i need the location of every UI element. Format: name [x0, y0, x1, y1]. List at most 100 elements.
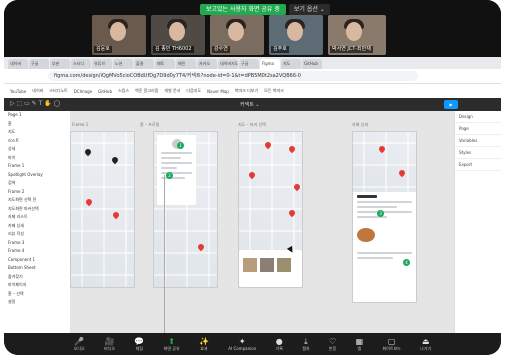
design-section[interactable]: Design — [455, 111, 501, 123]
layer-item[interactable]: Frame 2 — [4, 188, 70, 197]
zoom-toolbar-button[interactable]: 🎥 비디오 — [104, 337, 115, 352]
layer-item[interactable]: Frame 1 — [4, 162, 70, 171]
screen-frame: 보고있는 사용자 화면 공유 중 보기 옵션 ⌄ 김윤호 김 종민 TH6002… — [4, 0, 501, 355]
participant-tile[interactable]: 김 종민 TH6002 — [151, 15, 205, 55]
frame-marker-select[interactable] — [238, 131, 303, 288]
figma-tools-icon[interactable]: ▷ ⬚ ▭ ✎ T ✋ ◯ — [10, 100, 60, 107]
bookmark-item[interactable]: Naver Map — [207, 89, 229, 94]
zoom-toolbar-button[interactable]: 🎤 오디오 — [74, 337, 85, 352]
prototype-connector — [164, 175, 165, 335]
layer-item[interactable]: Bottom Sheet — [4, 264, 70, 273]
browser-tab[interactable]: 구글 — [239, 59, 259, 69]
bookmark-item[interactable]: 스킵스 — [118, 88, 129, 94]
bookmark-item[interactable]: 모든 북마크 — [264, 88, 284, 94]
bookmark-item[interactable]: 스터디노트 — [49, 88, 67, 94]
bookmark-item[interactable]: YouTube — [10, 89, 26, 94]
browser-tab[interactable]: 패토 — [155, 59, 175, 69]
toolbar-icon: ● — [275, 336, 283, 346]
browser-tab[interactable]: 카카오 — [197, 59, 217, 69]
design-section[interactable]: Page — [455, 123, 501, 135]
browser-tab[interactable]: GitHub — [302, 59, 322, 69]
toolbar-icon: ♡ — [328, 336, 337, 346]
layer-item[interactable]: 홈 — [4, 120, 70, 129]
layer-item[interactable]: Frame 3 — [4, 239, 70, 248]
layer-item[interactable]: 카페 리스트 — [4, 213, 70, 222]
layer-item[interactable]: 상세 — [4, 145, 70, 154]
layer-item[interactable]: Frame 4 — [4, 247, 70, 256]
participant-name: 김윤호 — [94, 46, 112, 53]
frame-cafe-detail[interactable]: 3 4 — [352, 131, 417, 303]
layer-item[interactable]: 마이페이지 — [4, 281, 70, 290]
browser-tab[interactable]: 네이버 — [8, 59, 28, 69]
layer-item[interactable]: Spotlight Overlay — [4, 171, 70, 180]
bookmark-item[interactable]: DCImage — [74, 89, 92, 94]
layer-item[interactable]: 리뷰 작성 — [4, 230, 70, 239]
browser-tab[interactable]: 노션 — [113, 59, 133, 69]
address-bar-row: ←→↻ figma.com/design/iQgMVo5cioCOBdUfDg7… — [4, 69, 501, 91]
browser-tab[interactable]: 스터디 — [71, 59, 91, 69]
bottom-sheet[interactable] — [239, 250, 302, 287]
step-badge: 2 — [166, 172, 173, 179]
figma-canvas[interactable]: Frame 1 홈 – 프로필 1 2 지도 – 마커 선택 카페 상세 3 4 — [70, 111, 454, 333]
participant-tile[interactable]: 김주호 — [269, 15, 323, 55]
browser-tab[interactable]: 지도 — [281, 59, 301, 69]
layer-item[interactable]: 즐겨찾기 — [4, 273, 70, 282]
toolbar-label: 앱 — [357, 345, 362, 351]
layer-item[interactable]: 지도화면 마커선택 — [4, 205, 70, 214]
layer-item[interactable]: 지도 — [4, 128, 70, 137]
view-options-button[interactable]: 보기 옵션 ⌄ — [288, 4, 330, 15]
participant-tile[interactable]: 강수연 — [210, 15, 264, 55]
browser-chrome: 네이버 구글 부분 스터디 유튜브 노션 출결 패토 배민 카카오 네이버지도 구글 Figma 지도 Gi… — [4, 57, 501, 98]
layer-item[interactable]: 홈 – 선택 — [4, 290, 70, 299]
bookmark-item[interactable]: 개발 문서 — [164, 88, 180, 94]
frame-profile[interactable]: 1 2 — [153, 131, 218, 288]
browser-tab[interactable]: Figma — [260, 59, 280, 69]
cafe-thumbnail — [260, 258, 274, 272]
bookmarks-bar: YouTube 네이버 스터디노트 DCImage GitHub 스킵스 백준 알고리즘 개발… — [4, 83, 501, 98]
frame-label: Frame 1 — [72, 122, 89, 127]
layer-item[interactable]: Page 1 — [4, 111, 70, 120]
bookmark-item[interactable]: 백준 알고리즘 — [135, 88, 158, 94]
browser-tab[interactable]: 구글 — [29, 59, 49, 69]
zoom-toolbar-button[interactable]: ⏏ 나가기 — [420, 337, 431, 352]
browser-tab[interactable]: 배민 — [176, 59, 196, 69]
zoom-toolbar-button[interactable]: ✦ AI Companion — [228, 337, 256, 351]
toolbar-label: 반응 — [328, 345, 337, 351]
zoom-toolbar-button[interactable]: 💬 채팅 — [134, 337, 144, 352]
layer-item[interactable]: Component 1 — [4, 256, 70, 265]
url-input[interactable]: figma.com/design/iQgMVo5cioCOBdUfDg7D9d0… — [48, 71, 418, 81]
bookmark-item[interactable]: 네이버 — [32, 88, 43, 94]
bookmark-item[interactable]: GitHub — [98, 89, 112, 94]
zoom-toolbar-button[interactable]: ✨ 효과 — [199, 337, 209, 352]
design-section[interactable]: Export — [455, 159, 501, 171]
share-button[interactable]: ▶ Share — [444, 100, 458, 116]
participant-tile[interactable]: 김윤호 — [92, 15, 146, 55]
step-badge: 1 — [177, 142, 184, 149]
browser-tab[interactable]: 출결 — [134, 59, 154, 69]
bookmark-item[interactable]: 다음지도 — [186, 88, 201, 94]
design-section[interactable]: Styles — [455, 147, 501, 159]
browser-tab[interactable]: 네이버지도 — [218, 59, 238, 69]
step-badge: 3 — [377, 210, 384, 217]
participant-tile[interactable]: 박서연 JCT·최반재 — [328, 15, 386, 55]
zoom-toolbar-button[interactable]: ♡ 반응 — [329, 337, 336, 352]
zoom-toolbar-button[interactable]: ▢ 화이트보드 — [382, 337, 400, 352]
layer-item[interactable]: 설정 — [4, 298, 70, 307]
browser-tab[interactable]: 유튜브 — [92, 59, 112, 69]
design-section[interactable]: Variables — [455, 135, 501, 147]
toolbar-icon: ⏏ — [421, 336, 430, 346]
bookmark-item[interactable]: 북마크 더보기 — [235, 88, 258, 94]
layer-item[interactable]: 카페 상세 — [4, 222, 70, 231]
zoom-toolbar-button[interactable]: ▦ 앱 — [356, 337, 364, 352]
share-banner: 보고있는 사용자 화면 공유 중 보기 옵션 ⌄ — [200, 4, 330, 15]
frame-map[interactable] — [70, 131, 135, 288]
layer-item[interactable]: 지도화면 선택 전 — [4, 196, 70, 205]
layer-item[interactable]: 검색 — [4, 179, 70, 188]
zoom-toolbar-button[interactable]: ● 기록 — [276, 337, 283, 352]
file-title[interactable]: 커넥트 ⌄ — [240, 101, 260, 108]
layer-item[interactable]: 마이 — [4, 154, 70, 163]
zoom-toolbar-button[interactable]: ⤓ 캡처 — [302, 337, 309, 352]
zoom-toolbar-button[interactable]: ⬆ 화면 공유 — [164, 337, 180, 352]
layer-item[interactable]: 리스트 — [4, 137, 70, 146]
browser-tab[interactable]: 부분 — [50, 59, 70, 69]
